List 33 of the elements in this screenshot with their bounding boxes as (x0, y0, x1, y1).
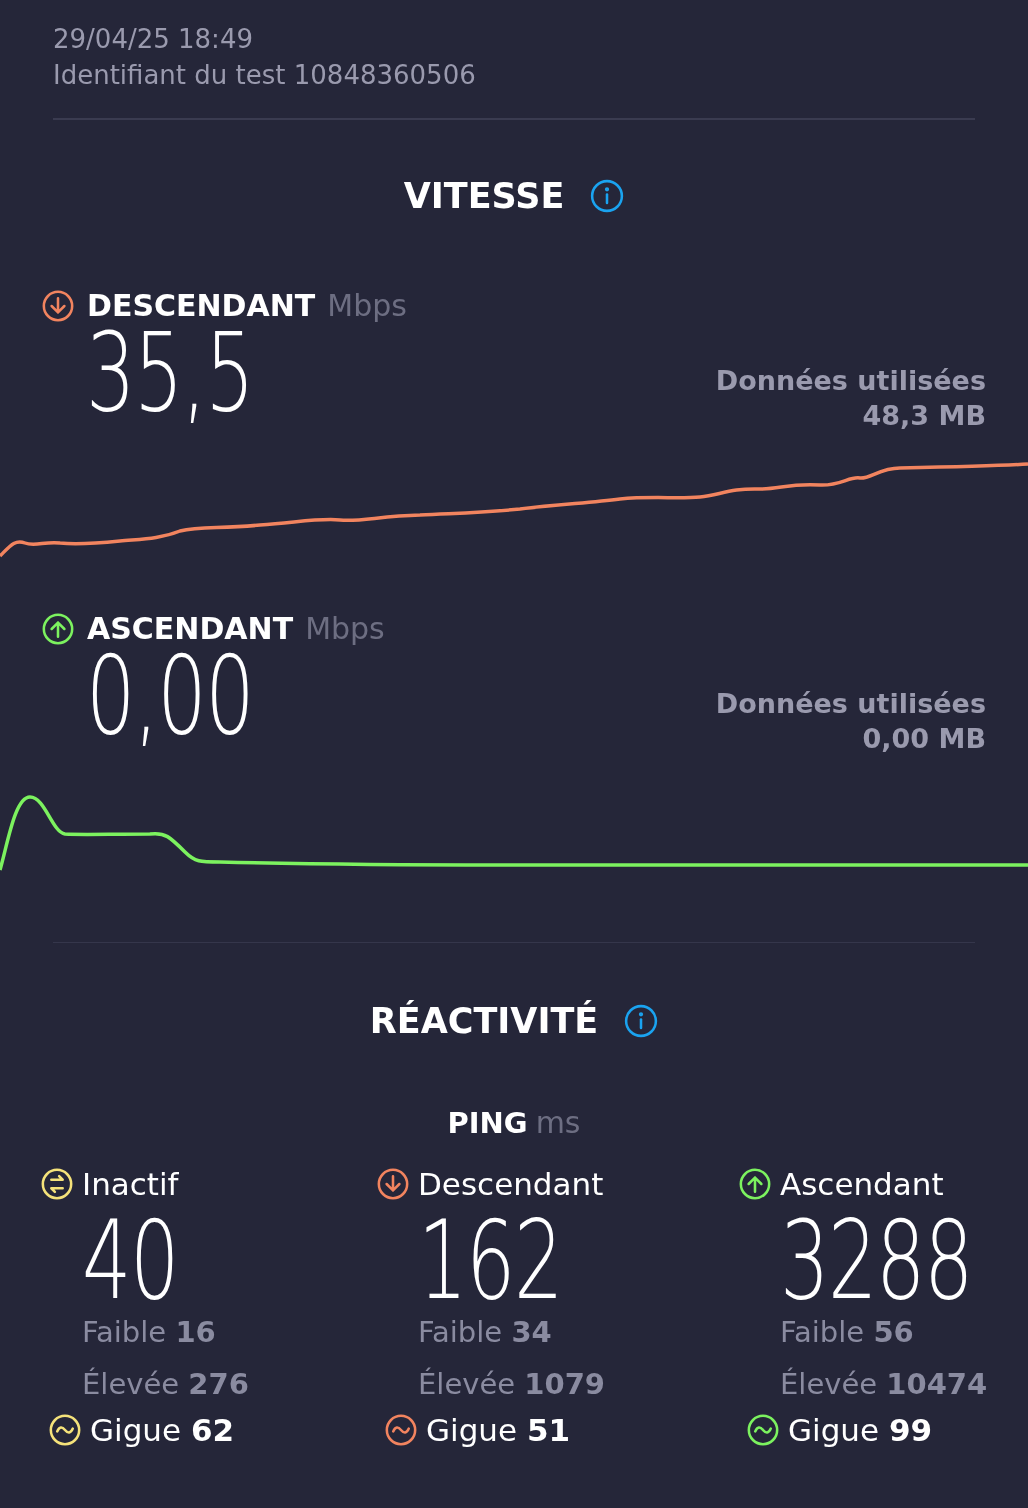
test-date: 29/04/25 18:49 (53, 23, 254, 56)
speed-value: 35,5 (86, 323, 254, 423)
data-used-value: 0,00 MB (862, 722, 986, 756)
speed-label: DESCENDANT (87, 288, 316, 323)
test-id: Identifiant du test 10848360506 (53, 59, 477, 92)
info-icon[interactable] (590, 179, 625, 213)
data-used-label: Données utilisées (715, 687, 986, 721)
data-used-label: Données utilisées (715, 364, 986, 398)
latency-label: Ascendant (780, 1166, 944, 1202)
unit-label: Mbps (305, 611, 385, 646)
latency-value: 162 (418, 1216, 564, 1306)
high-latency: Élevée 1079 (418, 1366, 606, 1403)
speed-value: 0,00 (86, 646, 254, 746)
latency-label: Descendant (418, 1166, 604, 1202)
latency-value: 3288 (780, 1216, 973, 1306)
latency-value: 40 (82, 1216, 179, 1306)
jitter: Gigue 62 (90, 1412, 235, 1448)
unit-label: ms (535, 1105, 581, 1140)
low-latency: Faible 16 (82, 1314, 217, 1351)
section-title: RÉACTIVITÉ (369, 1001, 599, 1041)
info-icon[interactable] (624, 1004, 659, 1038)
low-latency: Faible 34 (418, 1314, 553, 1351)
jitter: Gigue 99 (788, 1412, 933, 1448)
high-latency: Élevée 10474 (780, 1366, 989, 1403)
section-title: VITESSE (403, 176, 565, 216)
speed-label: ASCENDANT (87, 611, 294, 646)
high-latency: Élevée 276 (82, 1366, 250, 1403)
ping-label: PING (447, 1106, 528, 1140)
unit-label: Mbps (327, 288, 407, 323)
data-used-value: 48,3 MB (862, 399, 986, 433)
low-latency: Faible 56 (780, 1314, 915, 1351)
jitter: Gigue 51 (426, 1412, 571, 1448)
latency-label: Inactif (82, 1166, 179, 1202)
